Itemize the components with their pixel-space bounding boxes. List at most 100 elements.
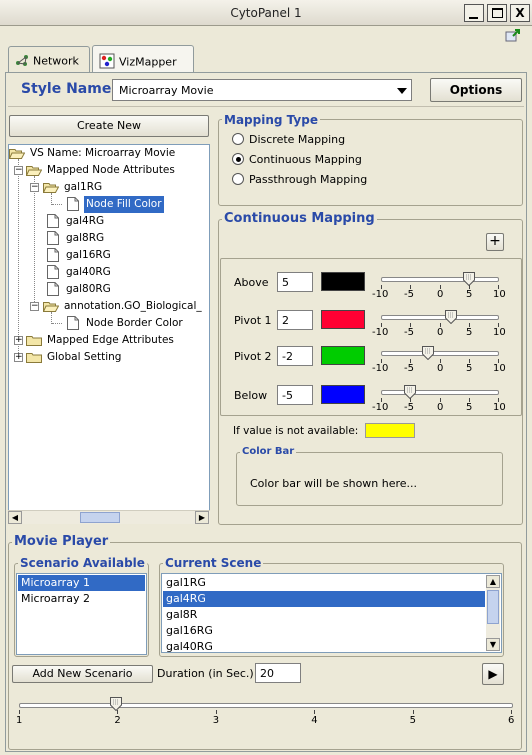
tree-item-node-fill-color[interactable]: Node Fill Color xyxy=(67,196,164,213)
scene-item[interactable]: gal1RG xyxy=(163,575,485,591)
continuous-mapping-radio[interactable] xyxy=(232,153,244,165)
tree-item-node-border-color[interactable]: Node Border Color xyxy=(67,315,185,332)
file-icon xyxy=(47,248,59,262)
tick-mark xyxy=(19,710,20,714)
file-icon xyxy=(47,214,59,228)
color-bar-title: Color Bar xyxy=(240,446,297,457)
tree-item-label: Mapped Edge Attributes xyxy=(47,334,174,346)
row-color-swatch[interactable] xyxy=(321,310,365,329)
scene-list-scrollbar[interactable]: ▲ ▼ xyxy=(486,575,500,651)
scene-item[interactable]: gal40RG xyxy=(163,639,485,652)
row-color-swatch[interactable] xyxy=(321,385,365,404)
expand-icon[interactable]: + xyxy=(14,353,23,362)
play-button[interactable]: ▶ xyxy=(482,663,504,685)
visual-style-tree[interactable]: VS Name: Microarray Movie − Mapped Node … xyxy=(8,144,210,524)
scroll-left-icon[interactable]: ◀ xyxy=(8,511,22,524)
tree-item-gal80rg[interactable]: gal80RG xyxy=(47,281,113,298)
duration-input[interactable]: 20 xyxy=(255,663,301,683)
folder-icon xyxy=(26,335,42,346)
style-name-value: Microarray Movie xyxy=(119,84,214,97)
scroll-up-icon[interactable]: ▲ xyxy=(486,575,500,588)
minimize-icon xyxy=(469,17,478,19)
row-value-input[interactable]: 5 xyxy=(277,272,313,292)
slider-thumb-icon[interactable] xyxy=(462,272,475,287)
maximize-button[interactable] xyxy=(487,4,507,22)
tree-item-gal1rg[interactable]: gal1RG xyxy=(43,179,104,196)
tree-item-annotation[interactable]: annotation.GO_Biological_ xyxy=(43,298,204,315)
tick-label: 5 xyxy=(466,363,473,374)
collapse-icon[interactable]: − xyxy=(14,166,23,175)
scroll-right-icon[interactable]: ▶ xyxy=(195,511,209,524)
tree-item-mapped-node[interactable]: Mapped Node Attributes xyxy=(26,162,177,179)
continuous-mapping-label: Continuous Mapping xyxy=(249,153,362,166)
tick-label: 3 xyxy=(212,715,220,726)
minimize-button[interactable] xyxy=(464,4,484,22)
tick-label: 4 xyxy=(311,715,318,726)
collapse-icon[interactable]: − xyxy=(30,183,39,192)
scenario-item[interactable]: Microarray 1 xyxy=(18,575,145,591)
row-slider-track[interactable] xyxy=(381,390,499,395)
tree-item-label: gal1RG xyxy=(64,181,103,193)
row-slider-track[interactable] xyxy=(381,315,499,320)
expand-icon[interactable]: + xyxy=(14,336,23,345)
options-button[interactable]: Options xyxy=(430,78,522,102)
tree-item-gal8rg[interactable]: gal8RG xyxy=(47,230,106,247)
scene-item[interactable]: gal8R xyxy=(163,607,485,623)
scene-item[interactable]: gal4RG xyxy=(163,591,485,607)
scene-item[interactable]: gal16RG xyxy=(163,623,485,639)
row-value-input[interactable]: 2 xyxy=(277,310,313,330)
tree-item-mapped-edge[interactable]: Mapped Edge Attributes xyxy=(26,332,176,349)
add-new-scenario-button[interactable]: Add New Scenario xyxy=(12,665,153,683)
undock-icon[interactable] xyxy=(505,28,521,42)
tree-item-gal16rg[interactable]: gal16RG xyxy=(47,247,113,264)
passthrough-mapping-radio[interactable] xyxy=(232,173,244,185)
row-slider-track[interactable] xyxy=(381,277,499,282)
tick-label: 10 xyxy=(493,289,506,300)
close-button[interactable]: X xyxy=(510,4,530,22)
create-new-button[interactable]: Create New xyxy=(9,115,209,137)
tick-label: 0 xyxy=(437,402,444,413)
slider-thumb-icon[interactable] xyxy=(404,385,417,400)
scene-slider-thumb-icon[interactable] xyxy=(110,697,123,712)
open-folder-icon xyxy=(26,165,42,176)
discrete-mapping-label: Discrete Mapping xyxy=(249,133,346,146)
row-value-input[interactable]: -5 xyxy=(277,385,313,405)
tick-label: -10 xyxy=(372,327,389,338)
scenario-item[interactable]: Microarray 2 xyxy=(18,591,145,607)
continuous-mapping-title: Continuous Mapping xyxy=(222,211,377,226)
tree-horizontal-scrollbar[interactable]: ◀ ▶ xyxy=(8,510,210,524)
slider-thumb-icon[interactable] xyxy=(445,310,458,325)
tick-label: 6 xyxy=(508,715,515,726)
style-name-combo[interactable]: Microarray Movie xyxy=(112,79,412,101)
slider-thumb-icon[interactable] xyxy=(421,346,434,361)
tick-label: 10 xyxy=(493,327,506,338)
discrete-mapping-radio[interactable] xyxy=(232,133,244,145)
collapse-icon[interactable]: − xyxy=(30,302,39,311)
scroll-thumb[interactable] xyxy=(487,590,499,624)
divider xyxy=(8,106,524,107)
tree-item-label: Global Setting xyxy=(47,351,122,363)
current-scene-title: Current Scene xyxy=(163,556,264,570)
row-slider-track[interactable] xyxy=(381,351,499,356)
scenario-list[interactable]: Microarray 1 Microarray 2 xyxy=(16,573,147,655)
tree-item-label: gal16RG xyxy=(66,249,111,261)
folder-icon xyxy=(26,352,42,363)
open-folder-icon xyxy=(43,301,59,312)
scroll-thumb[interactable] xyxy=(80,512,120,523)
row-value-input[interactable]: -2 xyxy=(277,346,313,366)
row-color-swatch[interactable] xyxy=(321,346,365,365)
tree-item-root[interactable]: VS Name: Microarray Movie xyxy=(9,145,177,162)
tab-network[interactable]: Network xyxy=(8,46,90,72)
na-color-swatch[interactable] xyxy=(365,423,415,438)
tree-line xyxy=(52,204,62,205)
scene-list[interactable]: gal1RG gal4RG gal8R gal16RG gal40RG ▲ ▼ xyxy=(161,573,502,653)
tree-item-global-setting[interactable]: Global Setting xyxy=(26,349,123,366)
row-color-swatch[interactable] xyxy=(321,272,365,291)
add-point-button[interactable]: + xyxy=(486,233,504,251)
maximize-icon xyxy=(492,8,503,18)
tree-item-gal4rg[interactable]: gal4RG xyxy=(47,213,106,230)
scroll-down-icon[interactable]: ▼ xyxy=(486,638,500,651)
scene-slider-track[interactable] xyxy=(19,703,513,708)
tab-vizmapper[interactable]: VizMapper xyxy=(92,45,194,73)
tree-item-gal40rg[interactable]: gal40RG xyxy=(47,264,113,281)
